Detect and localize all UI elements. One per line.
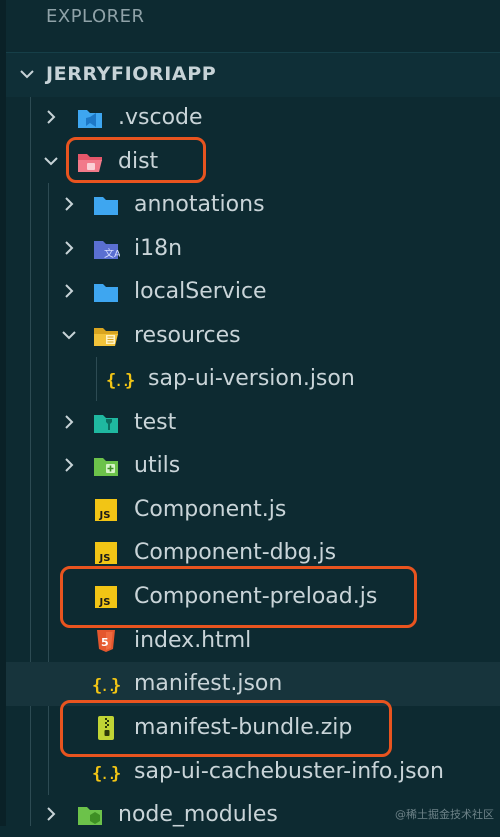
tree-item-component-js[interactable]: JS Component.js [6, 488, 500, 532]
tree-item-label: sap-ui-version.json [148, 366, 355, 391]
tree-item-label: sap-ui-cachebuster-info.json [134, 759, 444, 784]
node-folder-icon [78, 807, 102, 825]
test-folder-icon [94, 415, 118, 433]
tree-item-i18n[interactable]: 文A i18n [6, 227, 500, 271]
vscode-folder-icon [78, 110, 102, 128]
folder-icon [94, 197, 118, 215]
tree-item-label: .vscode [118, 105, 203, 130]
tree-item-cachebuster-json[interactable]: { .. } sap-ui-cachebuster-info.json [6, 750, 500, 794]
tree-item-label: annotations [134, 192, 265, 217]
json-icon: { .. } [92, 676, 120, 696]
chevron-right-icon [65, 284, 74, 298]
chevron-right-icon [65, 415, 74, 429]
project-title: JERRYFIORIAPP [46, 63, 217, 85]
chevron-right-icon [65, 458, 74, 472]
tree-item-label: utils [134, 453, 181, 478]
tree-item-label: resources [134, 323, 241, 348]
chevron-down-icon [62, 331, 76, 340]
project-section-header[interactable]: JERRYFIORIAPP [6, 52, 500, 97]
tree-item-label: i18n [134, 236, 183, 261]
chevron-right-icon [65, 197, 74, 211]
svg-text:JS: JS [99, 510, 111, 521]
tree-item-label: localService [134, 279, 267, 304]
tree-item-label: index.html [134, 628, 252, 653]
chevron-right-icon [47, 807, 56, 821]
chevron-down-icon [20, 70, 34, 79]
watermark: @稀土掘金技术社区 [395, 808, 494, 821]
svg-text:}: } [111, 676, 120, 696]
js-icon: JS [95, 499, 117, 521]
tree-item-label: Component.js [134, 497, 287, 522]
highlight-box-manifest-bundle [60, 700, 392, 757]
highlight-box-dist [66, 137, 206, 183]
i18n-folder-icon: 文A [94, 241, 120, 260]
tree-item-label: Component-dbg.js [134, 540, 337, 565]
tree-item-index-html[interactable]: 5 index.html [6, 619, 500, 663]
svg-text:文A: 文A [104, 247, 120, 260]
tree-item-utils[interactable]: utils [6, 444, 500, 488]
tree-item-resources[interactable]: resources [6, 314, 500, 358]
svg-text:}: } [111, 764, 120, 784]
tree-item-test[interactable]: test [6, 401, 500, 445]
svg-text:}: } [125, 371, 134, 391]
tree-item-localservice[interactable]: localService [6, 270, 500, 314]
svg-text:5: 5 [101, 636, 109, 649]
chevron-right-icon [65, 241, 74, 255]
html-icon: 5 [97, 630, 115, 652]
explorer-header: EXPLORER [46, 6, 145, 27]
utils-folder-icon [94, 458, 118, 476]
chevron-down-icon [44, 157, 58, 166]
resources-folder-open-icon [94, 328, 118, 346]
tree-item-sap-ui-version-json[interactable]: { .. } sap-ui-version.json [6, 357, 500, 401]
tree-item-label: test [134, 410, 177, 435]
tree-item-label: manifest.json [134, 671, 283, 696]
chevron-right-icon [47, 110, 56, 124]
json-icon: { .. } [106, 371, 134, 391]
svg-text:JS: JS [99, 553, 111, 564]
json-icon: { .. } [92, 764, 120, 784]
tree-item-vscode[interactable]: .vscode [6, 96, 500, 140]
tree-item-annotations[interactable]: annotations [6, 183, 500, 227]
folder-icon [94, 284, 118, 302]
js-icon: JS [95, 542, 117, 564]
